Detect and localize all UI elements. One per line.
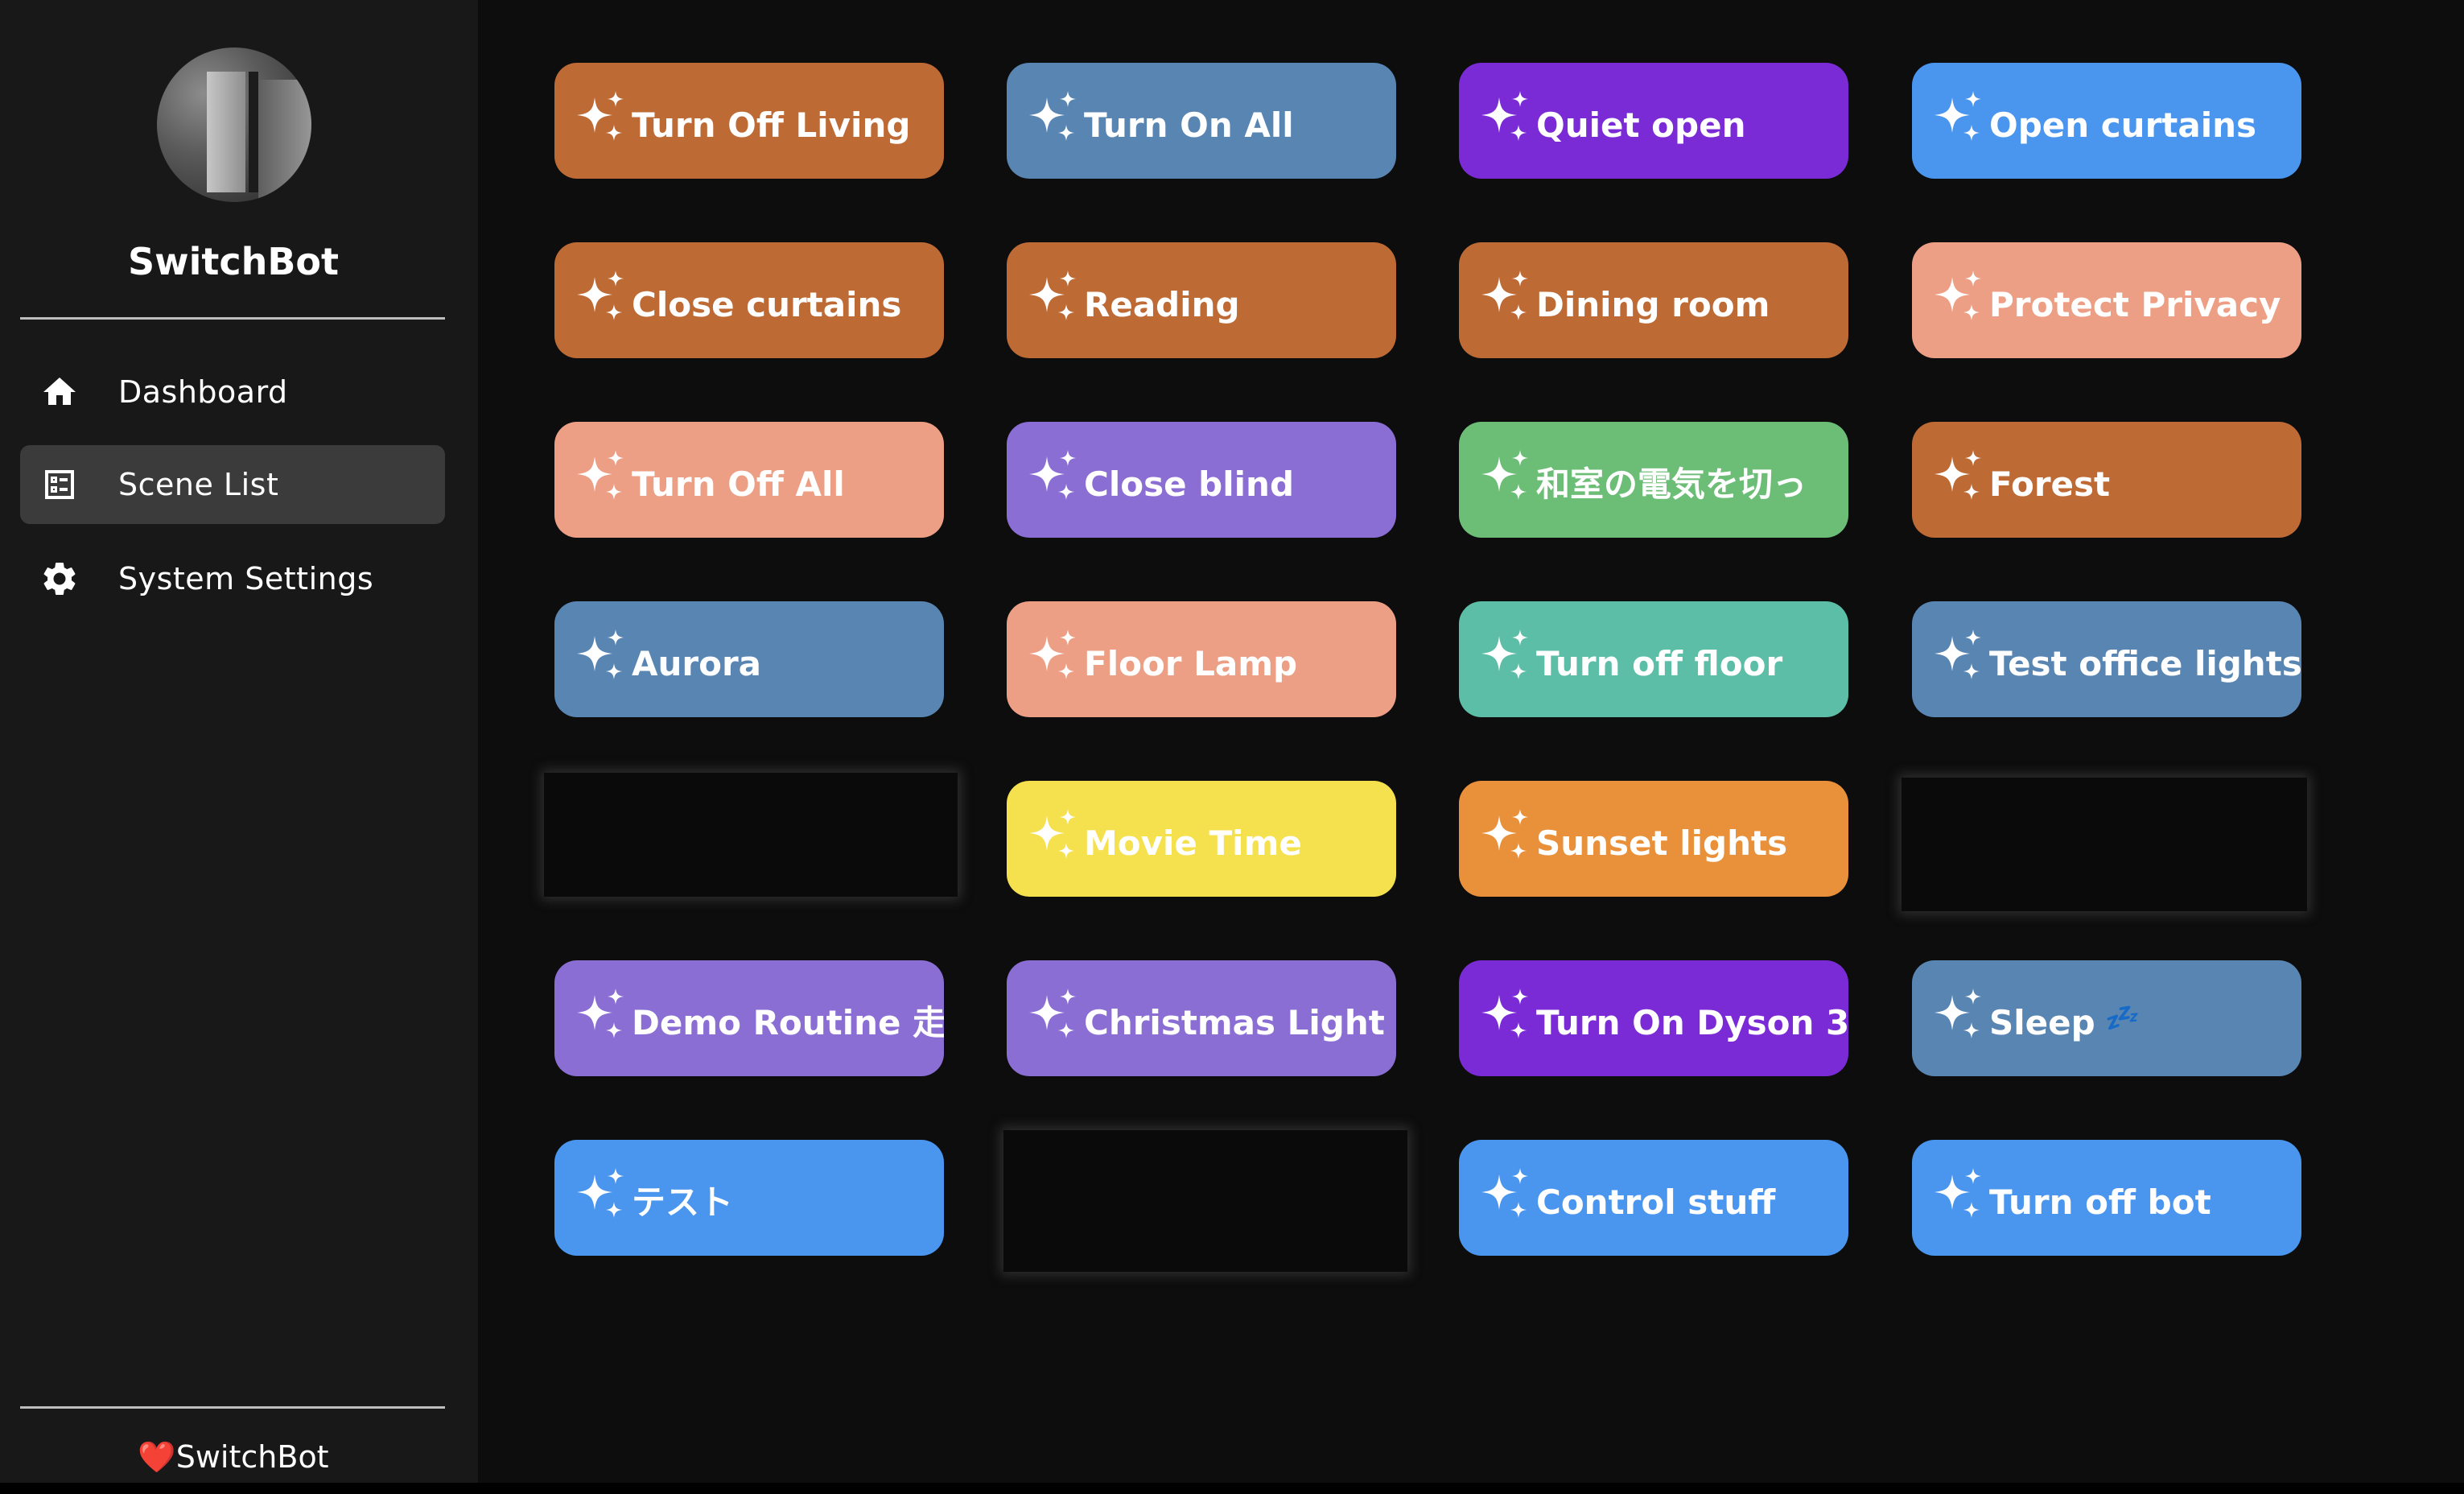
scene-label: Sunset lights — [1536, 823, 1788, 863]
scene-label: Test office lights — [1989, 644, 2301, 683]
sparkle-icon — [572, 266, 632, 335]
scene-button[interactable]: Christmas Light — [1007, 960, 1396, 1076]
sidebar-item-system-settings[interactable]: System Settings — [20, 539, 445, 618]
scene-button[interactable]: Turn On All — [1007, 63, 1396, 179]
home-icon — [39, 372, 80, 412]
sparkle-icon — [1477, 984, 1536, 1053]
scene-button[interactable]: Turn On Dyson 30 — [1459, 960, 1848, 1076]
footer-credit: ❤️SwitchBot — [0, 1439, 467, 1475]
scene-label: Turn On Dyson 30 — [1536, 1003, 1848, 1042]
scene-button[interactable]: Aurora — [554, 601, 944, 717]
sparkle-icon — [572, 86, 632, 155]
scene-button[interactable]: Turn off floor — [1459, 601, 1848, 717]
sparkle-icon — [1930, 1163, 1989, 1232]
scene-button[interactable]: Protect Privacy — [1912, 242, 2301, 358]
sleep-zzz-icon: 💤 — [2103, 1002, 2138, 1034]
scene-placeholder — [544, 773, 958, 897]
scene-button[interactable]: Reading — [1007, 242, 1396, 358]
scene-button[interactable]: Sleep 💤 — [1912, 960, 2301, 1076]
scene-label: Close curtains — [632, 285, 902, 324]
sparkle-icon — [1024, 86, 1084, 155]
sparkle-icon — [1930, 445, 1989, 514]
scene-button[interactable]: Sunset lights — [1459, 781, 1848, 897]
sidebar-item-label: System Settings — [118, 561, 374, 596]
scene-button[interactable]: Close blind — [1007, 422, 1396, 538]
scene-label: Forest — [1989, 464, 2111, 504]
scene-button[interactable]: テスト — [554, 1140, 944, 1256]
scene-label: Turn off floor — [1536, 644, 1783, 683]
scene-button[interactable]: Turn Off Living — [554, 63, 944, 179]
sidebar-item-dashboard[interactable]: Dashboard — [20, 353, 445, 431]
sidebar: SwitchBot Dashboard Scene List System Se… — [0, 0, 478, 1483]
scene-button[interactable]: 和室の電気を切っ — [1459, 422, 1848, 538]
app-root: SwitchBot Dashboard Scene List System Se… — [0, 0, 2464, 1494]
sparkle-icon — [1477, 266, 1536, 335]
scene-label: 和室の電気を切っ — [1536, 464, 1807, 504]
sparkle-icon — [1477, 1163, 1536, 1232]
heart-icon: ❤️ — [138, 1439, 176, 1475]
brand-title: SwitchBot — [127, 240, 340, 283]
footer-text: SwitchBot — [175, 1439, 329, 1475]
scene-placeholder — [1902, 778, 2307, 911]
scene-placeholder — [1003, 1130, 1407, 1272]
scene-button[interactable]: Demo Routine 走 — [554, 960, 944, 1076]
scene-button[interactable]: Quiet open — [1459, 63, 1848, 179]
scene-label: Movie Time — [1084, 823, 1302, 863]
sparkle-icon — [1477, 804, 1536, 873]
scene-label: Turn Off Living — [632, 105, 911, 145]
scene-label: Close blind — [1084, 464, 1295, 504]
scene-label: Open curtains — [1989, 105, 2257, 145]
sidebar-item-scene-list[interactable]: Scene List — [20, 445, 445, 524]
scene-label: Protect Privacy — [1989, 285, 2281, 324]
scene-label: Aurora — [632, 644, 762, 683]
sparkle-icon — [1024, 445, 1084, 514]
sparkle-icon — [1930, 625, 1989, 694]
sparkle-icon — [572, 1163, 632, 1232]
scene-label: Sleep — [1989, 1003, 2095, 1042]
scene-label: Turn off bot — [1989, 1182, 2211, 1222]
scene-label: テスト — [632, 1182, 734, 1222]
scene-button[interactable]: Turn Off All — [554, 422, 944, 538]
scene-label: Reading — [1084, 285, 1240, 324]
scene-label: Demo Routine 走 — [632, 1003, 944, 1042]
sidebar-divider — [20, 317, 445, 320]
sparkle-icon — [1477, 86, 1536, 155]
sidebar-item-label: Scene List — [118, 467, 279, 502]
scene-button[interactable]: Turn off bot — [1912, 1140, 2301, 1256]
sparkle-icon — [1477, 625, 1536, 694]
bottom-strip — [0, 1483, 2464, 1494]
list-icon — [39, 464, 80, 505]
scene-button[interactable]: Close curtains — [554, 242, 944, 358]
sparkle-icon — [1930, 984, 1989, 1053]
sparkle-icon — [1024, 984, 1084, 1053]
scene-label: Turn On All — [1084, 105, 1294, 145]
scene-button[interactable]: Floor Lamp — [1007, 601, 1396, 717]
scene-label: Dining room — [1536, 285, 1770, 324]
scene-label: Turn Off All — [632, 464, 845, 504]
sparkle-icon — [1930, 266, 1989, 335]
gear-icon — [39, 559, 80, 599]
scene-label: Quiet open — [1536, 105, 1746, 145]
scene-button[interactable]: Control stuff — [1459, 1140, 1848, 1256]
sparkle-icon — [1024, 266, 1084, 335]
sparkle-icon — [572, 625, 632, 694]
avatar — [157, 47, 311, 202]
sparkle-icon — [1477, 445, 1536, 514]
scene-label: Floor Lamp — [1084, 644, 1298, 683]
sparkle-icon — [1930, 86, 1989, 155]
scene-button[interactable]: Movie Time — [1007, 781, 1396, 897]
scene-label: Christmas Light — [1084, 1003, 1385, 1042]
sidebar-footer-divider — [20, 1406, 445, 1409]
sparkle-icon — [1024, 804, 1084, 873]
scene-button[interactable]: Open curtains — [1912, 63, 2301, 179]
scene-label: Control stuff — [1536, 1182, 1776, 1222]
sparkle-icon — [1024, 625, 1084, 694]
sparkle-icon — [572, 984, 632, 1053]
sidebar-item-label: Dashboard — [118, 374, 288, 410]
scene-button[interactable]: Forest — [1912, 422, 2301, 538]
scene-button[interactable]: Dining room — [1459, 242, 1848, 358]
scene-button[interactable]: Test office lights — [1912, 601, 2301, 717]
sparkle-icon — [572, 445, 632, 514]
